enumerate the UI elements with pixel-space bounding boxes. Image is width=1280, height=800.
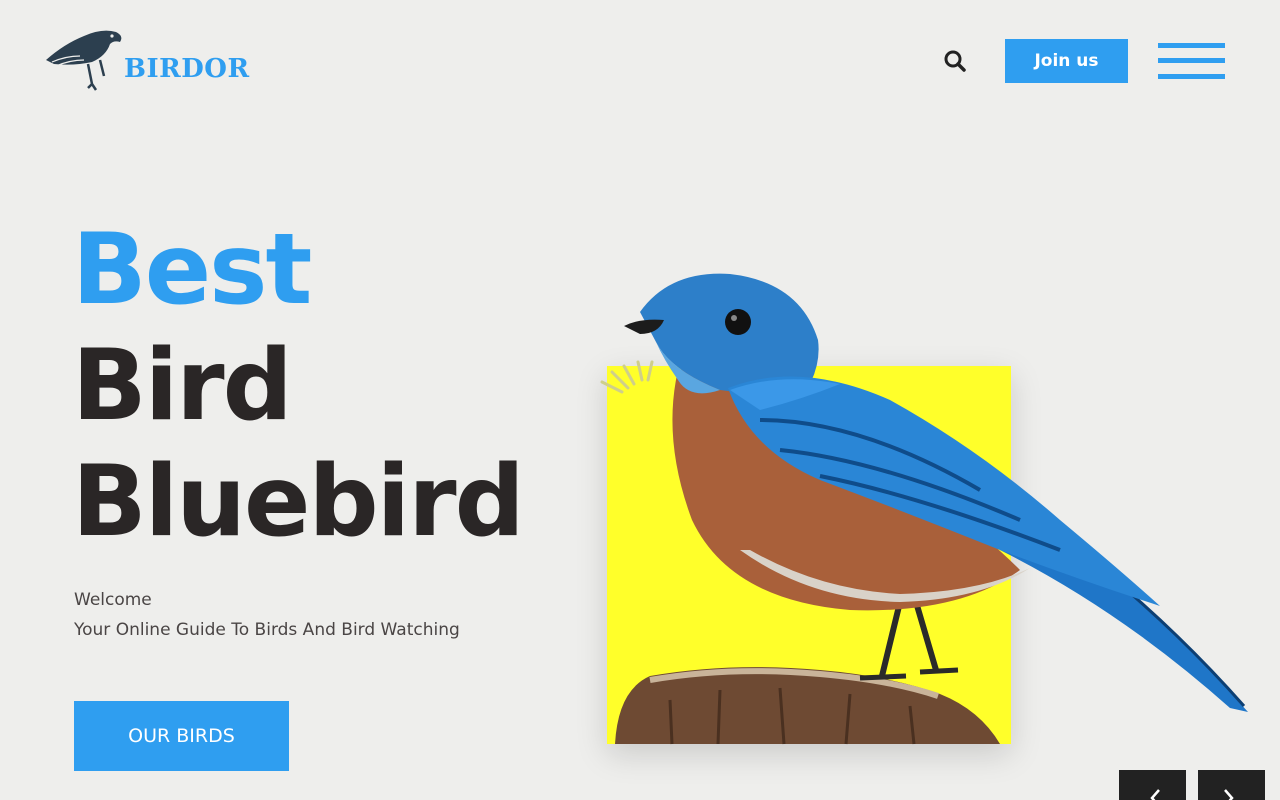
search-icon [944, 50, 966, 72]
welcome-text: Welcome [74, 590, 152, 610]
join-us-button[interactable]: Join us [1005, 39, 1128, 83]
brand-logo[interactable]: BIRDOR [44, 26, 254, 96]
slider-next-button[interactable] [1198, 770, 1265, 800]
chevron-right-icon [1224, 789, 1234, 800]
bird-logo-icon [46, 30, 122, 91]
search-button[interactable] [940, 46, 970, 76]
slider-prev-button[interactable] [1119, 770, 1186, 800]
hero-illustration [560, 250, 1280, 750]
hamburger-menu-icon [1158, 43, 1225, 48]
chevron-left-icon [1150, 789, 1160, 800]
hero-heading-line-3: Bluebird [72, 445, 525, 559]
bluebird-image [600, 273, 1248, 745]
hero-heading-line-2: Bird [72, 329, 293, 443]
hero-heading: Best Bird Bluebird [72, 212, 525, 560]
brand-name: BIRDOR [124, 54, 250, 84]
our-birds-button[interactable]: OUR BIRDS [74, 701, 289, 771]
tagline-text: Your Online Guide To Birds And Bird Watc… [74, 620, 460, 640]
hamburger-menu-button[interactable] [1158, 43, 1225, 81]
hero-intro: Welcome Your Online Guide To Birds And B… [74, 585, 460, 645]
hero-heading-line-1: Best [72, 213, 312, 327]
